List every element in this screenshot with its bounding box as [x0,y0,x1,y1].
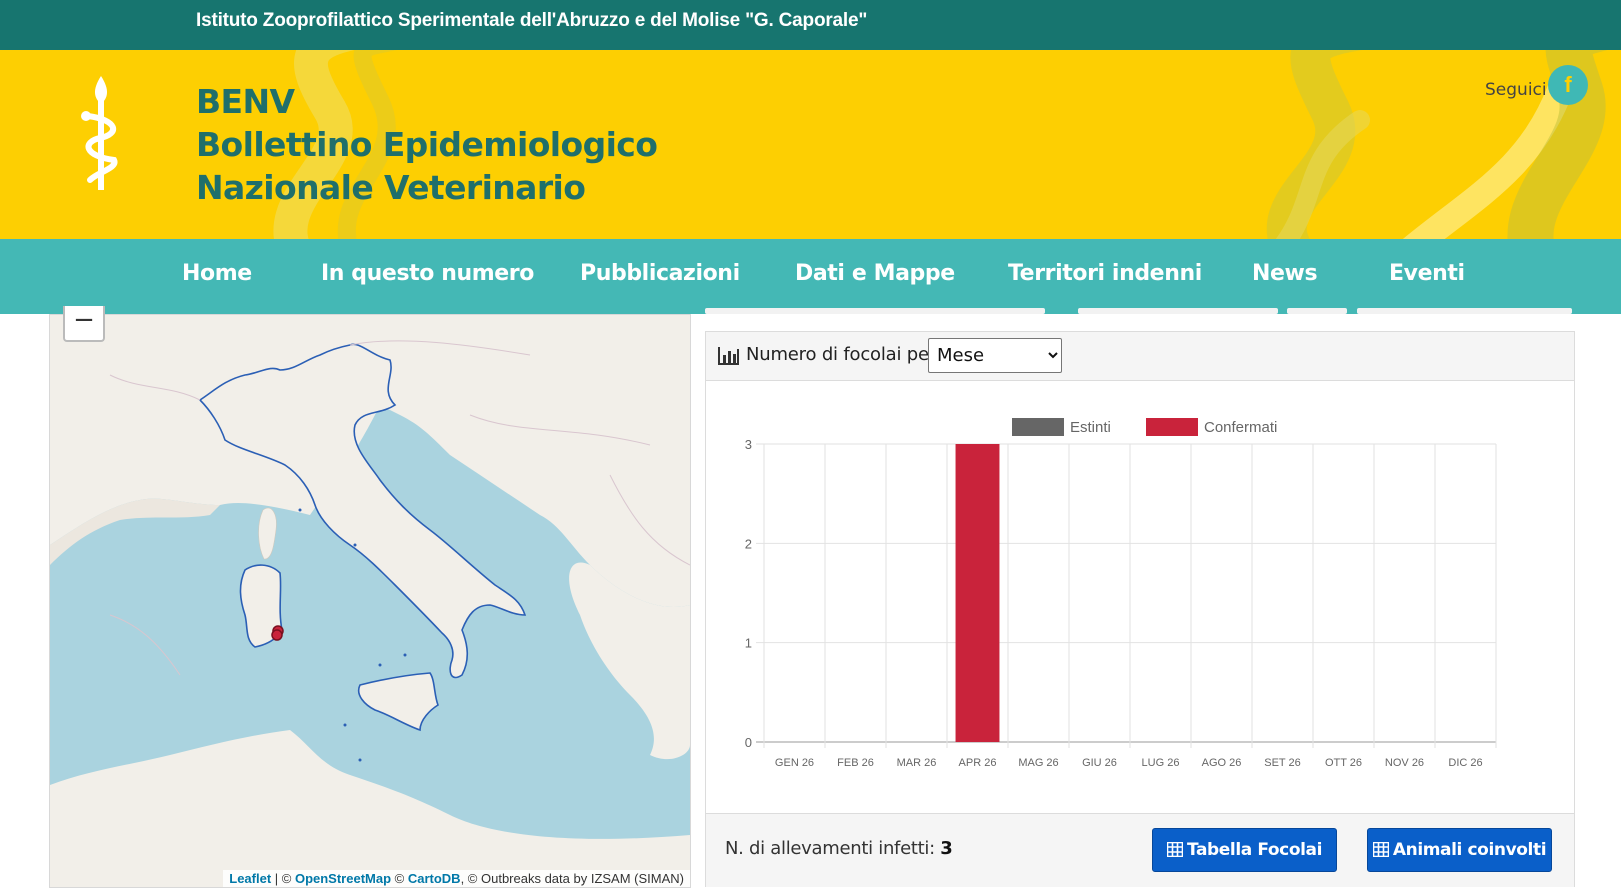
map-base-layer [50,315,690,887]
animali-coinvolti-button[interactable]: Animali coinvolti [1367,828,1552,872]
chart-grid [756,443,1497,748]
y-tick-label: 2 [745,536,752,551]
chart-panel-footer: N. di allevamenti infetti: 3 Tabella Foc… [706,813,1574,887]
nav-news[interactable]: News [1252,261,1318,286]
chart-legend: Estinti Confermati [1012,418,1277,436]
legend-label: Estinti [1070,419,1111,436]
x-tick-label: AGO 26 [1202,757,1242,769]
follow-label: Seguici [1485,80,1547,100]
y-axis-ticks: 0 1 2 3 [745,437,752,750]
tabella-focolai-button[interactable]: Tabella Focolai [1152,828,1337,872]
period-select[interactable]: Mese [928,338,1062,373]
nav-dati-e-mappe[interactable]: Dati e Mappe [795,261,955,286]
legend-label: Confermati [1204,419,1277,436]
infected-count: 3 [940,838,953,859]
x-tick-label: APR 26 [959,757,997,769]
x-tick-label: MAG 26 [1018,757,1058,769]
legend-swatch [1146,418,1198,436]
y-tick-label: 0 [745,735,752,750]
infected-label: N. di allevamenti infetti: [725,838,935,859]
x-tick-label: LUG 26 [1142,757,1180,769]
tabella-focolai-label: Tabella Focolai [1186,840,1323,860]
y-tick-label: 3 [745,437,752,452]
bar-confermati [955,444,1000,742]
map-attribution: Leaflet | © OpenStreetMap © CartoDB, © O… [223,870,690,887]
tab-remnant [1287,308,1347,314]
openstreetmap-link[interactable]: OpenStreetMap [295,871,391,886]
caduceus-logo-icon [81,76,118,190]
attribution-tail: , © Outbreaks data by IZSAM (SIMAN) [460,871,684,886]
attribution-sep: | © [271,871,295,886]
x-tick-label: NOV 26 [1385,757,1424,769]
x-axis-ticks: GEN 26 FEB 26 MAR 26 APR 26 MAG 26 GIU 26 LUG … [775,757,1483,769]
chart-bars [955,444,1000,742]
table-icon [1166,842,1183,857]
x-tick-label: GIU 26 [1082,757,1117,769]
x-tick-label: SET 26 [1264,757,1301,769]
site-title[interactable]: BENV Bollettino Epidemiologico Nazionale… [196,80,658,209]
facebook-icon[interactable]: f [1548,65,1588,105]
tab-remnant [705,308,1045,314]
nav-in-questo-numero[interactable]: In questo numero [321,261,534,286]
tab-remnant [1357,308,1572,314]
outbreak-marker [271,629,283,641]
x-tick-label: MAR 26 [897,757,937,769]
main-nav: Home In questo numero Pubblicazioni Dati… [0,239,1621,314]
infected-count-text: N. di allevamenti infetti: 3 [725,838,953,859]
tab-remnant [1078,308,1278,314]
outbreak-chart-panel: Numero di focolai per Mese 0 1 2 3 GEN 26 FE… [705,331,1575,887]
outbreak-map[interactable]: Leaflet | © OpenStreetMap © CartoDB, © O… [49,314,691,888]
brand-line-2: Nazionale Veterinario [196,168,586,207]
table-icon [1372,842,1389,857]
x-tick-label: DIC 26 [1448,757,1482,769]
chart-panel-header: Numero di focolai per Mese [706,332,1574,381]
outbreak-bar-chart: 0 1 2 3 GEN 26 FEB 26 MAR 26 APR 26 MAG 26 GIU 2… [745,418,1497,769]
nav-home[interactable]: Home [182,261,252,286]
brand-line-1: Bollettino Epidemiologico [196,125,658,164]
bar-chart-icon [718,347,739,365]
leaflet-link[interactable]: Leaflet [229,871,271,886]
zoom-out-button[interactable]: − [63,306,105,342]
x-tick-label: GEN 26 [775,757,814,769]
institute-bar: Istituto Zooprofilattico Sperimentale de… [0,0,1621,50]
y-tick-label: 1 [745,636,752,651]
legend-swatch [1012,418,1064,436]
nav-pubblicazioni[interactable]: Pubblicazioni [580,261,740,286]
attribution-sep: © [391,871,408,886]
x-tick-label: FEB 26 [837,757,874,769]
animali-coinvolti-label: Animali coinvolti [1392,840,1547,860]
institute-name: Istituto Zooprofilattico Sperimentale de… [196,10,868,31]
nav-eventi[interactable]: Eventi [1389,261,1465,286]
brand-acronym: BENV [196,82,295,121]
nav-territori-indenni[interactable]: Territori indenni [1008,261,1202,286]
site-banner: BENV Bollettino Epidemiologico Nazionale… [0,50,1621,239]
chart-panel-title: Numero di focolai per [746,344,937,365]
x-tick-label: OTT 26 [1325,757,1362,769]
cartodb-link[interactable]: CartoDB [408,871,461,886]
